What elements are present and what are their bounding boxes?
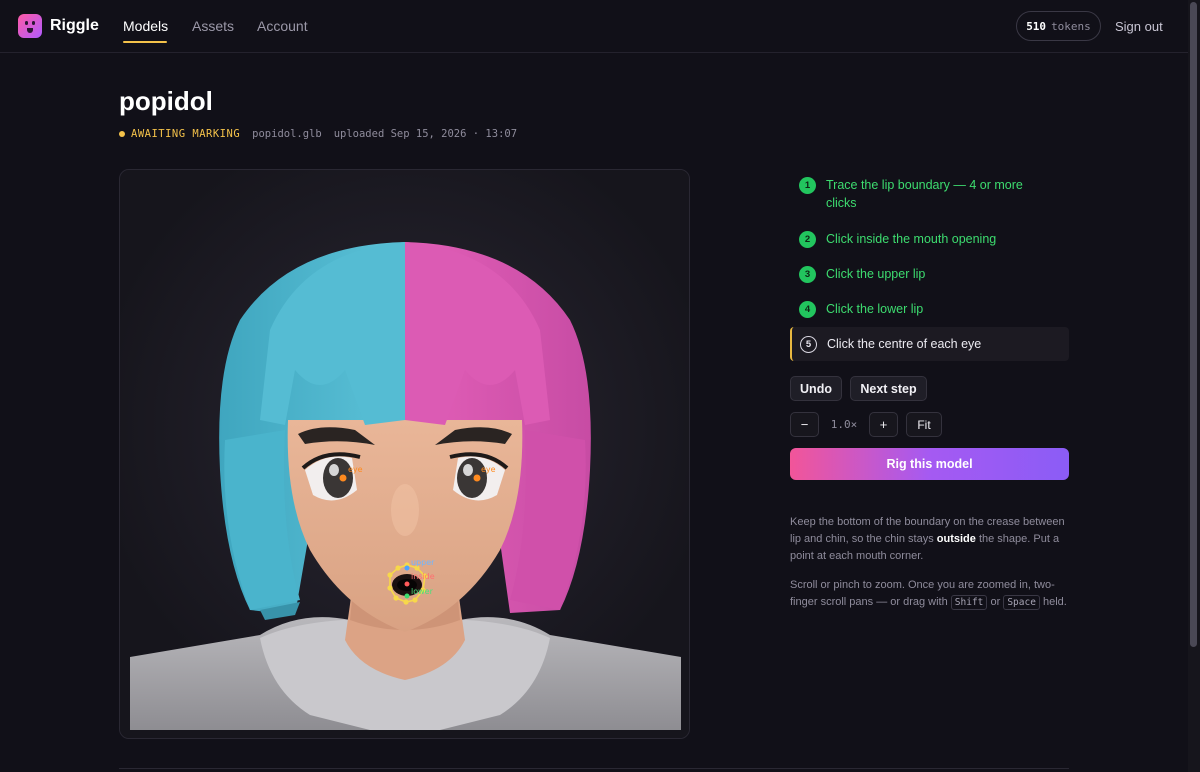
step-label: Click the centre of each eye	[827, 337, 982, 351]
lower-lip-marker[interactable]	[404, 593, 410, 599]
upload-timestamp: uploaded Sep 15, 2026 · 13:07	[333, 128, 518, 140]
token-balance-badge[interactable]: 510 tokens	[1016, 11, 1101, 41]
mouth-inside-label: inside	[411, 572, 435, 581]
active-nav-indicator	[123, 41, 167, 43]
step-label: Click the upper lip	[826, 267, 926, 281]
scrollbar-thumb[interactable]	[1190, 2, 1197, 647]
eye-marker-right-label: eye	[481, 465, 496, 474]
step-done-icon: 4	[799, 301, 816, 318]
lower-lip-label: lower	[411, 587, 434, 596]
status-badge: AWAITING MARKING	[131, 128, 241, 140]
eye-marker-left[interactable]	[339, 474, 347, 482]
step-done-icon: 2	[799, 231, 816, 248]
status-dot-icon	[119, 131, 125, 137]
model-viewer-canvas[interactable]: eye eye upper inside lower	[119, 169, 690, 739]
step-label: Click inside the mouth opening	[826, 232, 997, 246]
step-upper-lip[interactable]: 3 Click the upper lip	[790, 266, 1069, 283]
eye-marker-right[interactable]	[473, 474, 481, 482]
upper-lip-label: upper	[411, 558, 435, 567]
model-meta: AWAITING MARKING popidol.glb uploaded Se…	[119, 127, 517, 141]
boundary-hint: Keep the bottom of the boundary on the c…	[790, 516, 1065, 562]
zoom-level: 1.0×	[830, 418, 858, 431]
step-trace-lip-boundary[interactable]: 1 Trace the lip boundary — 4 or more cli…	[790, 177, 1069, 212]
zoom-in-button[interactable]: +	[869, 412, 898, 437]
hint-emphasis: outside	[936, 533, 976, 545]
zoom-out-button[interactable]: −	[790, 412, 819, 437]
token-count: 510	[1026, 19, 1047, 33]
brand-name[interactable]: Riggle	[50, 17, 99, 35]
rig-model-button[interactable]: Rig this model	[790, 448, 1069, 480]
model-filename: popidol.glb	[252, 128, 322, 140]
sign-out-link[interactable]: Sign out	[1115, 19, 1163, 34]
mouth-inside-marker[interactable]	[404, 581, 410, 587]
upper-lip-marker[interactable]	[404, 565, 410, 571]
step-lower-lip[interactable]: 4 Click the lower lip	[790, 301, 1069, 318]
step-mouth-opening[interactable]: 2 Click inside the mouth opening	[790, 231, 1069, 248]
top-nav: Riggle Models Assets Account 510 tokens …	[0, 0, 1188, 53]
token-unit: tokens	[1051, 19, 1091, 33]
step-done-icon: 3	[799, 266, 816, 283]
next-step-button[interactable]: Next step	[850, 376, 927, 401]
nav-account[interactable]: Account	[257, 18, 308, 34]
shift-key: Shift	[950, 595, 988, 610]
section-divider	[119, 768, 1069, 769]
step-current-icon: 5	[800, 335, 817, 353]
step-eye-centres-current[interactable]: 5 Click the centre of each eye	[790, 327, 1069, 361]
riggle-logo-icon[interactable]	[18, 14, 42, 38]
space-key: Space	[1003, 595, 1040, 610]
character-render[interactable]: eye eye upper inside lower	[120, 170, 690, 739]
step-label: Trace the lip boundary — 4 or more click…	[826, 178, 1023, 210]
nav-models[interactable]: Models	[123, 18, 168, 34]
step-done-icon: 1	[799, 177, 816, 194]
undo-button[interactable]: Undo	[790, 376, 842, 401]
eye-marker-left-label: eye	[348, 465, 363, 474]
step-label: Click the lower lip	[826, 302, 924, 316]
zoom-hint: Scroll or pinch to zoom. Once you are zo…	[790, 579, 1067, 610]
fit-button[interactable]: Fit	[906, 412, 942, 437]
page-title: popidol	[119, 86, 213, 116]
nav-assets[interactable]: Assets	[192, 18, 234, 34]
